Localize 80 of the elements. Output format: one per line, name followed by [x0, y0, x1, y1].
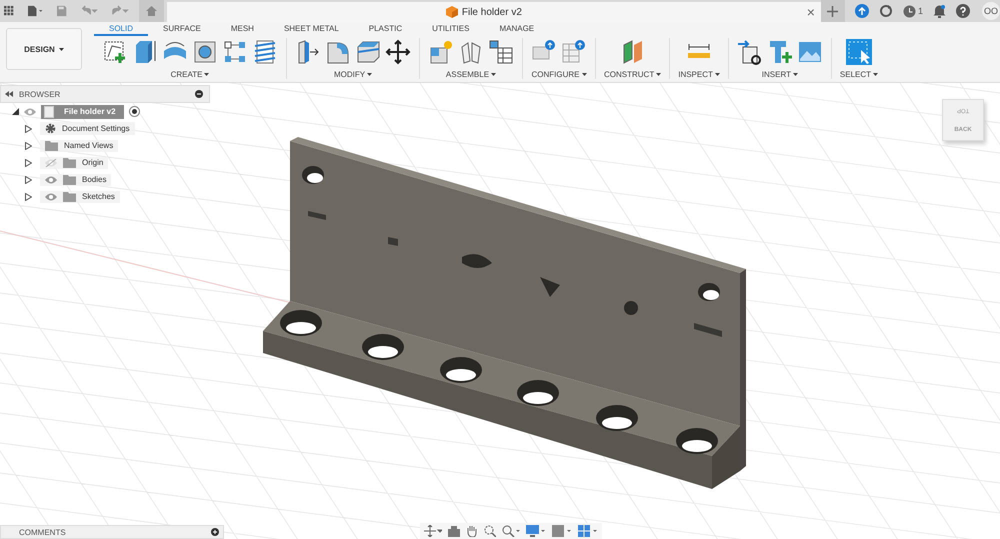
collapse-icon[interactable]	[5, 91, 13, 97]
box-icon	[446, 6, 458, 18]
caret-icon	[873, 73, 878, 76]
tree-item[interactable]: File holder v2	[41, 104, 124, 118]
group-dropdown[interactable]: ASSEMBLE	[446, 70, 496, 79]
ribbon-tab[interactable]: SHEET METAL	[268, 22, 354, 36]
folder-icon	[63, 192, 76, 202]
expand-arrow-icon[interactable]	[25, 124, 32, 132]
pattern-icon[interactable]	[222, 39, 248, 65]
group-dropdown[interactable]: CONFIGURE	[532, 70, 586, 79]
group-dropdown[interactable]: SELECT	[840, 70, 878, 79]
component-icon[interactable]	[428, 39, 454, 65]
sketch-icon[interactable]	[102, 39, 128, 65]
ribbon-tab[interactable]: UTILITIES	[417, 22, 484, 36]
sync-icon[interactable]	[878, 4, 893, 18]
ribbon-tab[interactable]: MANAGE	[484, 22, 550, 36]
expand-arrow-icon[interactable]	[12, 108, 19, 115]
zoom-window-icon[interactable]	[484, 525, 496, 537]
hand-icon[interactable]	[466, 525, 478, 537]
ribbon-tab[interactable]: PLASTIC	[354, 22, 418, 36]
document-title: File holder v2	[462, 6, 522, 18]
minimize-icon[interactable]	[195, 90, 203, 98]
add-icon[interactable]	[211, 528, 219, 536]
new-tab-button[interactable]	[820, 0, 845, 22]
workspace-dropdown[interactable]: DESIGN	[6, 28, 82, 70]
bell-icon[interactable]	[933, 4, 946, 18]
ribbon-tab[interactable]: SURFACE	[148, 22, 216, 36]
expand-arrow-icon[interactable]	[25, 176, 32, 184]
home-icon	[146, 6, 157, 16]
user-avatar[interactable]: OO	[982, 2, 1000, 20]
group-dropdown[interactable]: INSERT	[762, 70, 798, 79]
move-icon[interactable]	[385, 39, 411, 65]
folder-icon	[63, 158, 76, 168]
configuration-table-icon[interactable]	[561, 39, 587, 65]
caret-icon	[792, 73, 798, 76]
document-icon	[44, 106, 54, 118]
folder-icon	[63, 174, 76, 184]
select-icon[interactable]	[846, 39, 872, 65]
image-icon[interactable]	[796, 39, 823, 65]
ribbon-tab[interactable]: SOLID	[94, 22, 148, 36]
caret-icon	[582, 73, 586, 76]
orbit-icon[interactable]	[424, 525, 442, 537]
camera-icon[interactable]	[448, 526, 460, 536]
insert-link-icon[interactable]	[736, 39, 763, 65]
group-dropdown[interactable]: CONSTRUCT	[604, 70, 662, 79]
viewports-icon[interactable]	[578, 525, 598, 537]
table-icon[interactable]	[488, 39, 514, 65]
help-icon[interactable]	[956, 4, 970, 18]
group-dropdown[interactable]: MODIFY	[334, 70, 372, 79]
expand-arrow-icon[interactable]	[25, 158, 32, 166]
document-tab[interactable]: File holder v2 ×	[167, 2, 821, 22]
folder-icon	[45, 140, 58, 150]
radio-icon[interactable]	[128, 106, 140, 117]
thread-icon[interactable]	[252, 39, 278, 65]
file-icon[interactable]	[28, 5, 44, 17]
group-dropdown[interactable]: CREATE	[170, 70, 210, 79]
gear-icon	[45, 123, 56, 134]
caret-icon	[58, 48, 64, 50]
group-dropdown[interactable]: INSPECT	[678, 70, 720, 79]
display-icon[interactable]	[526, 525, 546, 537]
caret-icon	[491, 73, 496, 76]
expand-arrow-icon[interactable]	[25, 192, 32, 200]
hole-icon[interactable]	[192, 39, 218, 65]
caret-icon	[714, 73, 720, 76]
caret-icon	[204, 73, 210, 76]
zoom-icon[interactable]	[502, 525, 520, 537]
panel-title: COMMENTS	[19, 528, 67, 536]
eye-icon[interactable]	[45, 192, 57, 200]
eye-icon[interactable]	[45, 176, 57, 184]
caret-icon	[367, 73, 372, 76]
expand-arrow-icon[interactable]	[25, 142, 32, 150]
visual-style-icon[interactable]	[552, 525, 572, 537]
panel-title: BROWSER	[19, 90, 62, 98]
close-button[interactable]: ×	[800, 4, 821, 20]
upload-icon[interactable]	[854, 4, 869, 18]
plus-icon	[827, 6, 838, 16]
ribbon-tab[interactable]: MESH	[216, 22, 269, 36]
shell-icon[interactable]	[355, 39, 381, 65]
apps-grid-icon[interactable]	[4, 5, 14, 17]
caret-icon	[656, 73, 662, 76]
